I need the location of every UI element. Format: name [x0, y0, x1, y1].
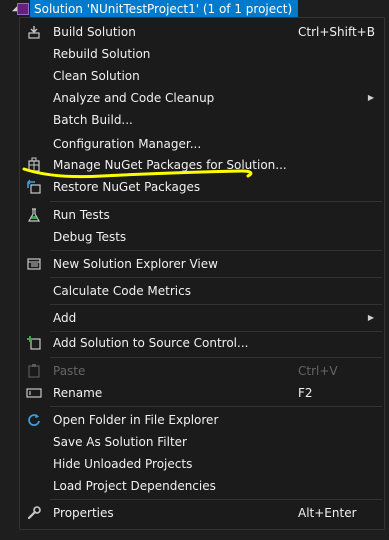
menu-item-rebuild-solution[interactable]: Rebuild Solution	[20, 43, 384, 65]
menu-separator	[50, 250, 382, 251]
menu-item-shortcut: Ctrl+V	[298, 364, 338, 378]
menu-item-label: Build Solution	[53, 25, 136, 39]
menu-item-label: Hide Unloaded Projects	[53, 457, 193, 471]
menu-item-label: Rebuild Solution	[53, 47, 151, 61]
menu-item-save-as-solution-filter[interactable]: Save As Solution Filter	[20, 431, 384, 453]
submenu-arrow-icon: ▶	[367, 313, 374, 322]
menu-item-label: Add	[53, 311, 77, 325]
menu-item-open-folder-in-file-explorer[interactable]: Open Folder in File Explorer	[20, 409, 384, 431]
menu-item-build-solution[interactable]: Build Solution Ctrl+Shift+B	[20, 21, 384, 43]
solution-icon	[17, 3, 29, 15]
build-icon	[28, 26, 40, 39]
submenu-arrow-icon: ▶	[367, 93, 374, 102]
menu-item-clean-solution[interactable]: Clean Solution	[20, 65, 384, 87]
menu-item-debug-tests[interactable]: Debug Tests	[20, 226, 384, 248]
menu-item-label: Save As Solution Filter	[53, 435, 187, 449]
menu-item-label: Open Folder in File Explorer	[53, 413, 219, 427]
yellow-underline-annotation	[22, 167, 253, 179]
menu-item-label: Rename	[53, 386, 103, 400]
new-view-icon	[27, 258, 41, 270]
menu-item-shortcut: Ctrl+Shift+B	[298, 25, 375, 39]
menu-item-add-solution-to-source-control[interactable]: Add Solution to Source Control...	[20, 332, 384, 354]
context-menu: Build Solution Ctrl+Shift+B Rebuild Solu…	[19, 17, 385, 530]
menu-item-rename[interactable]: Rename F2	[20, 382, 384, 404]
menu-item-label: Paste	[53, 364, 86, 378]
menu-item-new-solution-explorer-view[interactable]: New Solution Explorer View	[20, 253, 384, 275]
refresh-folder-icon	[28, 414, 40, 426]
wrench-icon	[27, 506, 41, 520]
restore-icon	[27, 179, 41, 194]
menu-separator	[50, 499, 382, 500]
menu-item-hide-unloaded-projects[interactable]: Hide Unloaded Projects	[20, 453, 384, 475]
source-control-icon	[27, 336, 41, 350]
menu-separator	[50, 406, 382, 407]
menu-item-batch-build[interactable]: Batch Build...	[20, 109, 384, 131]
menu-item-paste[interactable]: Paste Ctrl+V	[20, 360, 384, 382]
menu-item-shortcut: F2	[298, 386, 313, 400]
menu-separator	[50, 201, 382, 202]
menu-item-analyze-code-cleanup[interactable]: Analyze and Code Cleanup ▶	[20, 87, 384, 109]
menu-item-label: Run Tests	[53, 208, 110, 222]
solution-node-label[interactable]: Solution 'NUnitTestProject1' (1 of 1 pro…	[30, 0, 299, 18]
menu-item-label: New Solution Explorer View	[53, 257, 218, 271]
menu-item-properties[interactable]: Properties Alt+Enter	[20, 502, 384, 524]
menu-separator	[50, 277, 382, 278]
flask-icon	[27, 208, 41, 222]
menu-item-label: Batch Build...	[53, 113, 133, 127]
menu-item-shortcut: Alt+Enter	[298, 506, 357, 520]
menu-item-label: Properties	[53, 506, 114, 520]
menu-item-label: Analyze and Code Cleanup	[53, 91, 215, 105]
menu-item-load-project-dependencies[interactable]: Load Project Dependencies	[20, 475, 384, 497]
menu-item-label: Load Project Dependencies	[53, 479, 216, 493]
menu-item-add[interactable]: Add ▶	[20, 307, 384, 329]
menu-item-label: Calculate Code Metrics	[53, 284, 191, 298]
menu-item-label: Debug Tests	[53, 230, 127, 244]
paste-icon	[28, 364, 40, 378]
menu-separator	[50, 304, 382, 305]
menu-item-run-tests[interactable]: Run Tests	[20, 204, 384, 226]
rename-icon	[26, 388, 42, 398]
menu-item-label: Clean Solution	[53, 69, 140, 83]
solution-tree-row[interactable]: ◢ Solution 'NUnitTestProject1' (1 of 1 p…	[0, 0, 389, 18]
menu-item-label: Add Solution to Source Control...	[53, 336, 249, 350]
menu-item-calculate-code-metrics[interactable]: Calculate Code Metrics	[20, 280, 384, 302]
menu-separator	[50, 357, 382, 358]
